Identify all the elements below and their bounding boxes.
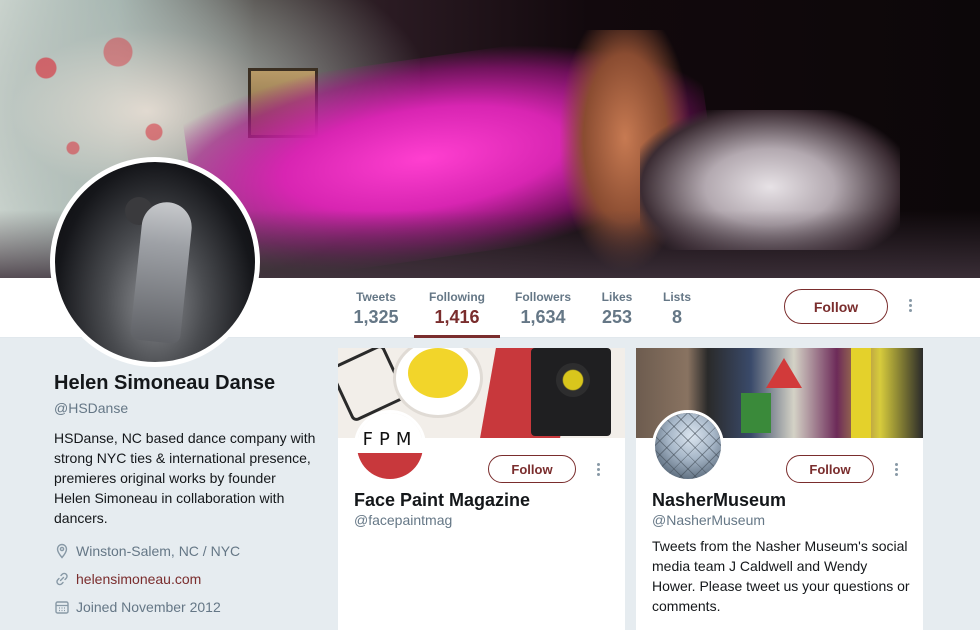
stat-label: Likes <box>601 290 633 304</box>
nasher-avatar-canopy <box>655 413 721 479</box>
profile-joined: Joined November 2012 <box>54 597 324 617</box>
profile-name[interactable]: Helen Simoneau Danse <box>54 372 324 395</box>
profile-location: Winston-Salem, NC / NYC <box>54 541 324 561</box>
fpm-logo-text: FPM <box>362 429 418 450</box>
profile-bio: HSDanse, NC based dance company with str… <box>54 430 316 526</box>
more-icon[interactable] <box>907 299 913 312</box>
link-icon <box>56 572 68 586</box>
card-bio: Tweets from the Nasher Museum's social m… <box>652 538 910 614</box>
card-avatar[interactable]: FPM <box>354 410 426 482</box>
card-follow-button[interactable]: Follow <box>488 455 576 483</box>
card-follow-button[interactable]: Follow <box>786 455 874 483</box>
card-banner-mural-green <box>741 393 771 433</box>
card-handle[interactable]: @facepaintmag <box>354 512 452 528</box>
location-icon <box>56 543 68 559</box>
stat-tweets[interactable]: Tweets 1,325 <box>352 290 400 338</box>
profile-handle[interactable]: @HSDanse <box>54 400 324 416</box>
stat-value: 1,325 <box>353 307 399 327</box>
more-icon[interactable] <box>893 463 899 476</box>
stat-value: 8 <box>671 307 682 327</box>
calendar-icon <box>55 601 69 614</box>
card-banner-mural-yellow <box>851 348 871 438</box>
stat-value: 1,416 <box>434 307 480 327</box>
banner-paint-splashes <box>10 20 190 180</box>
stat-lists[interactable]: Lists 8 <box>661 290 693 338</box>
stat-likes[interactable]: Likes 253 <box>598 290 636 338</box>
card-banner-mural-triangle <box>766 358 802 388</box>
profile-card: Helen Simoneau Danse @HSDanse HSDanse, N… <box>54 372 324 617</box>
card-avatar[interactable] <box>652 410 724 482</box>
follow-button[interactable]: Follow <box>784 289 888 324</box>
profile-website: helensimoneau.com <box>54 569 324 589</box>
card-banner-lens <box>556 363 590 397</box>
stat-label: Followers <box>514 290 571 304</box>
stat-value: 1,634 <box>520 307 566 327</box>
card-banner-yellow-paint <box>408 348 468 398</box>
stat-label: Following <box>429 290 485 304</box>
more-icon[interactable] <box>595 463 601 476</box>
card-handle[interactable]: @NasherMuseum <box>652 512 765 528</box>
fpm-avatar-stripe <box>357 453 423 479</box>
stat-label: Tweets <box>356 290 396 304</box>
suggested-account-card[interactable]: FPM Follow Face Paint Magazine @facepain… <box>338 348 625 630</box>
suggested-account-card[interactable]: Follow NasherMuseum @NasherMuseum Tweets… <box>636 348 923 630</box>
location-text: Winston-Salem, NC / NYC <box>76 543 241 559</box>
stat-value: 253 <box>601 307 633 327</box>
card-name[interactable]: Face Paint Magazine <box>354 490 530 511</box>
stat-followers[interactable]: Followers 1,634 <box>512 290 574 338</box>
website-link[interactable]: helensimoneau.com <box>76 571 201 587</box>
joined-text: Joined November 2012 <box>76 599 221 615</box>
stat-label: Lists <box>662 290 691 304</box>
stat-following[interactable]: Following 1,416 <box>414 290 500 338</box>
profile-avatar[interactable] <box>50 157 260 367</box>
card-name[interactable]: NasherMuseum <box>652 490 786 511</box>
